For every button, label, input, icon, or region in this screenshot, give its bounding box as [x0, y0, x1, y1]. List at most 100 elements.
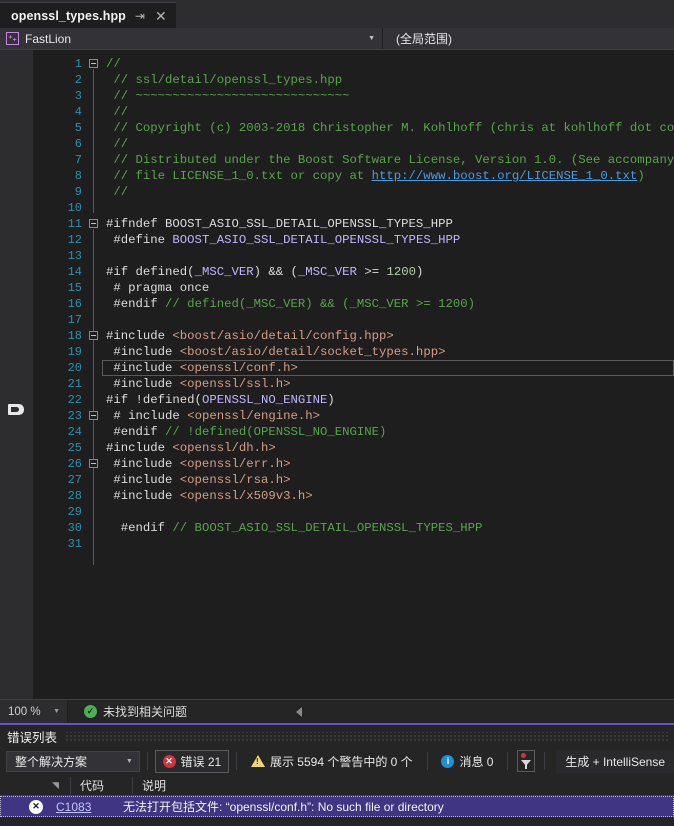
- messages-count-label: 消息 0: [459, 754, 494, 769]
- code-line[interactable]: #include <boost/asio/detail/config.hpp>: [102, 328, 674, 344]
- chevron-down-icon[interactable]: ▼: [126, 758, 133, 765]
- close-icon[interactable]: ✕: [154, 9, 168, 23]
- fold-collapse-icon[interactable]: [89, 411, 98, 420]
- errors-filter-button[interactable]: ✕ 错误 21: [154, 749, 230, 773]
- error-code-link[interactable]: C1083: [52, 800, 114, 814]
- line-number: 24: [67, 425, 82, 439]
- code-line[interactable]: // ~~~~~~~~~~~~~~~~~~~~~~~~~~~~~: [102, 88, 674, 104]
- code-line[interactable]: #include <openssl/dh.h>: [102, 440, 674, 456]
- code-line[interactable]: [102, 504, 674, 520]
- fold-collapse-icon[interactable]: [89, 219, 98, 228]
- line-number: 8: [74, 169, 82, 183]
- line-number: 21: [67, 377, 82, 391]
- code-line[interactable]: // ssl/detail/openssl_types.hpp: [102, 72, 674, 88]
- line-number: 22: [67, 393, 82, 407]
- zoom-level-dropdown[interactable]: 100 % ▼: [0, 700, 68, 723]
- toolbar-separator: [146, 752, 148, 770]
- code-folding-column[interactable]: [88, 50, 102, 699]
- code-line[interactable]: #if !defined(OPENSSL_NO_ENGINE): [102, 392, 674, 408]
- fold-collapse-icon[interactable]: [89, 59, 98, 68]
- column-header-description[interactable]: 说明: [132, 776, 674, 794]
- chevron-down-icon[interactable]: ▼: [53, 708, 60, 715]
- editor-tab-openssl-types-hpp[interactable]: openssl_types.hpp ⇥ ✕: [0, 2, 176, 28]
- scroll-left-arrow[interactable]: [296, 706, 303, 717]
- error-list-rows: ✕ C1083 无法打开包括文件: “openssl/conf.h”: No suc…: [0, 796, 674, 817]
- code-line[interactable]: #include <boost/asio/detail/socket_types…: [102, 344, 674, 360]
- line-number: 6: [74, 137, 82, 151]
- horizontal-scrollbar[interactable]: [187, 706, 674, 717]
- warnings-count-label: 展示 5594 个警告中的 0 个: [269, 754, 413, 769]
- toolbar-separator: [507, 752, 509, 770]
- code-line[interactable]: #endif // defined(_MSC_VER) && (_MSC_VER…: [102, 296, 674, 312]
- code-text-area[interactable]: // // ssl/detail/openssl_types.hpp // ~~…: [102, 50, 674, 699]
- error-list-column-headers: ◥ 代码 说明: [0, 775, 674, 796]
- sort-indicator-icon[interactable]: ◥: [52, 780, 70, 791]
- info-icon: i: [441, 754, 455, 768]
- code-line[interactable]: [102, 248, 674, 264]
- code-line[interactable]: //: [102, 184, 674, 200]
- scope-filter-dropdown[interactable]: 整个解决方案 ▼: [6, 750, 140, 772]
- error-x-icon: ✕: [0, 799, 52, 814]
- warnings-filter-button[interactable]: 展示 5594 个警告中的 0 个: [244, 750, 420, 773]
- toolbar-separator: [426, 752, 428, 770]
- pin-icon[interactable]: ⇥: [133, 9, 147, 23]
- line-number: 13: [67, 249, 82, 263]
- error-list-header[interactable]: 错误列表: [0, 725, 674, 747]
- code-editor[interactable]: 1 2 3 4 5 6 7 8 9 10 11 12 13 14 15 16 17 18 19 20 21 22 23 24 2…: [0, 50, 674, 699]
- chevron-down-icon[interactable]: ▼: [368, 35, 375, 42]
- code-line[interactable]: [102, 200, 674, 216]
- line-number: 27: [67, 473, 82, 487]
- scope-label: (全局范围): [396, 32, 452, 46]
- code-line[interactable]: #include <openssl/ssl.h>: [102, 376, 674, 392]
- code-line[interactable]: # include <openssl/engine.h>: [102, 408, 674, 424]
- code-line[interactable]: [102, 312, 674, 328]
- bookmark-icon[interactable]: [8, 404, 24, 415]
- tab-title: openssl_types.hpp: [11, 8, 126, 23]
- code-line[interactable]: #endif // !defined(OPENSSL_NO_ENGINE): [102, 424, 674, 440]
- code-line[interactable]: #include <openssl/x509v3.h>: [102, 488, 674, 504]
- filter-active-dot: [521, 753, 527, 758]
- code-line-current[interactable]: #include <openssl/conf.h>: [102, 360, 674, 376]
- code-line[interactable]: #endif // BOOST_ASIO_SSL_DETAIL_OPENSSL_…: [102, 520, 674, 536]
- code-line[interactable]: #include <openssl/rsa.h>: [102, 472, 674, 488]
- checkmark-icon: ✓: [84, 705, 97, 718]
- line-number-gutter: 1 2 3 4 5 6 7 8 9 10 11 12 13 14 15 16 17 18 19 20 21 22 23 24 2…: [33, 50, 88, 699]
- scope-dropdown[interactable]: (全局范围): [383, 28, 674, 49]
- code-line[interactable]: // Distributed under the Boost Software …: [102, 152, 674, 168]
- zoom-level-value: 100 %: [8, 705, 41, 718]
- toolbar-separator: [543, 752, 545, 770]
- build-source-dropdown[interactable]: 生成 + IntelliSense: [556, 749, 674, 773]
- code-line[interactable]: //: [102, 56, 674, 72]
- line-number: 17: [67, 313, 82, 327]
- code-line[interactable]: #ifndef BOOST_ASIO_SSL_DETAIL_OPENSSL_TY…: [102, 216, 674, 232]
- code-line[interactable]: #include <openssl/err.h>: [102, 456, 674, 472]
- fold-collapse-icon[interactable]: [89, 459, 98, 468]
- editor-status-bar: 100 % ▼ ✓ 未找到相关问题: [0, 699, 674, 723]
- table-row[interactable]: ✕ C1083 无法打开包括文件: “openssl/conf.h”: No suc…: [0, 796, 674, 817]
- build-source-label: 生成 + IntelliSense: [565, 754, 666, 769]
- fold-collapse-icon[interactable]: [89, 331, 98, 340]
- line-number: 19: [67, 345, 82, 359]
- code-line[interactable]: #if defined(_MSC_VER) && (_MSC_VER >= 12…: [102, 264, 674, 280]
- filter-funnel-icon[interactable]: [517, 750, 535, 772]
- issue-status[interactable]: ✓ 未找到相关问题: [68, 703, 187, 720]
- column-header-code[interactable]: 代码: [70, 776, 132, 794]
- panel-drag-handle[interactable]: [65, 731, 668, 741]
- code-line[interactable]: // Copyright (c) 2003-2018 Christopher M…: [102, 120, 674, 136]
- line-number: 1: [74, 57, 82, 71]
- line-number: 28: [67, 489, 82, 503]
- code-line[interactable]: #define BOOST_ASIO_SSL_DETAIL_OPENSSL_TY…: [102, 232, 674, 248]
- code-line[interactable]: //: [102, 104, 674, 120]
- navigation-bar: ⁺₊ FastLion ▼ (全局范围): [0, 28, 674, 50]
- line-number: 12: [67, 233, 82, 247]
- cpp-project-icon: ⁺₊: [6, 32, 19, 45]
- code-line[interactable]: // file LICENSE_1_0.txt or copy at http:…: [102, 168, 674, 184]
- project-dropdown[interactable]: ⁺₊ FastLion ▼: [0, 28, 383, 49]
- messages-filter-button[interactable]: i 消息 0: [434, 750, 500, 773]
- code-line[interactable]: # pragma once: [102, 280, 674, 296]
- code-line[interactable]: //: [102, 136, 674, 152]
- warning-icon: [250, 755, 265, 767]
- code-line[interactable]: [102, 536, 674, 552]
- line-number: 25: [67, 441, 82, 455]
- indicator-margin[interactable]: [0, 50, 33, 699]
